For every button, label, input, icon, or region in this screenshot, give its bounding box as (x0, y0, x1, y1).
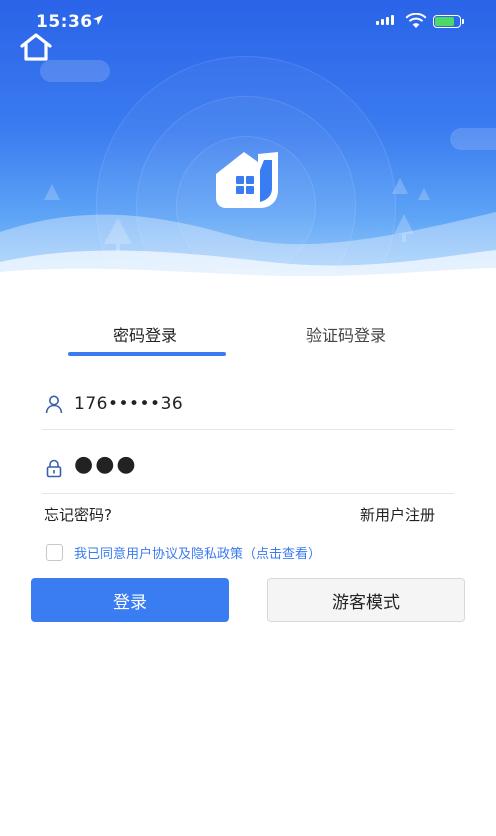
register-link[interactable]: 新用户注册 (360, 504, 435, 525)
password-field[interactable]: ●●● (42, 446, 454, 494)
lock-icon (46, 459, 62, 478)
status-time: 15:36 (36, 12, 93, 32)
wifi-icon (405, 13, 427, 28)
password-input[interactable]: ●●● (74, 452, 138, 477)
home-icon[interactable] (16, 30, 56, 64)
agreement-link[interactable]: 我已同意用户协议及隐私政策（点击查看） (74, 543, 321, 562)
battery-icon (433, 15, 461, 28)
user-icon (45, 395, 63, 414)
location-arrow-icon (93, 15, 103, 25)
phone-input[interactable]: 176•••••36 (74, 394, 183, 414)
tab-password-login[interactable]: 密码登录 (113, 322, 177, 346)
phone-field[interactable]: 176•••••36 (42, 382, 454, 430)
app-logo-icon (216, 152, 278, 208)
login-tabs: 密码登录 验证码登录 (0, 322, 496, 362)
status-bar: 15:36 (0, 0, 496, 40)
header-scenery (0, 178, 496, 290)
login-button[interactable]: 登录 (31, 578, 229, 622)
header-banner: 15:36 (0, 0, 496, 290)
tab-code-login[interactable]: 验证码登录 (306, 322, 386, 346)
agreement-checkbox[interactable] (46, 544, 63, 561)
active-tab-indicator (68, 352, 226, 356)
guest-mode-button[interactable]: 游客模式 (267, 578, 465, 622)
forgot-password-link[interactable]: 忘记密码? (44, 504, 112, 525)
cellular-signal-icon (376, 15, 394, 25)
